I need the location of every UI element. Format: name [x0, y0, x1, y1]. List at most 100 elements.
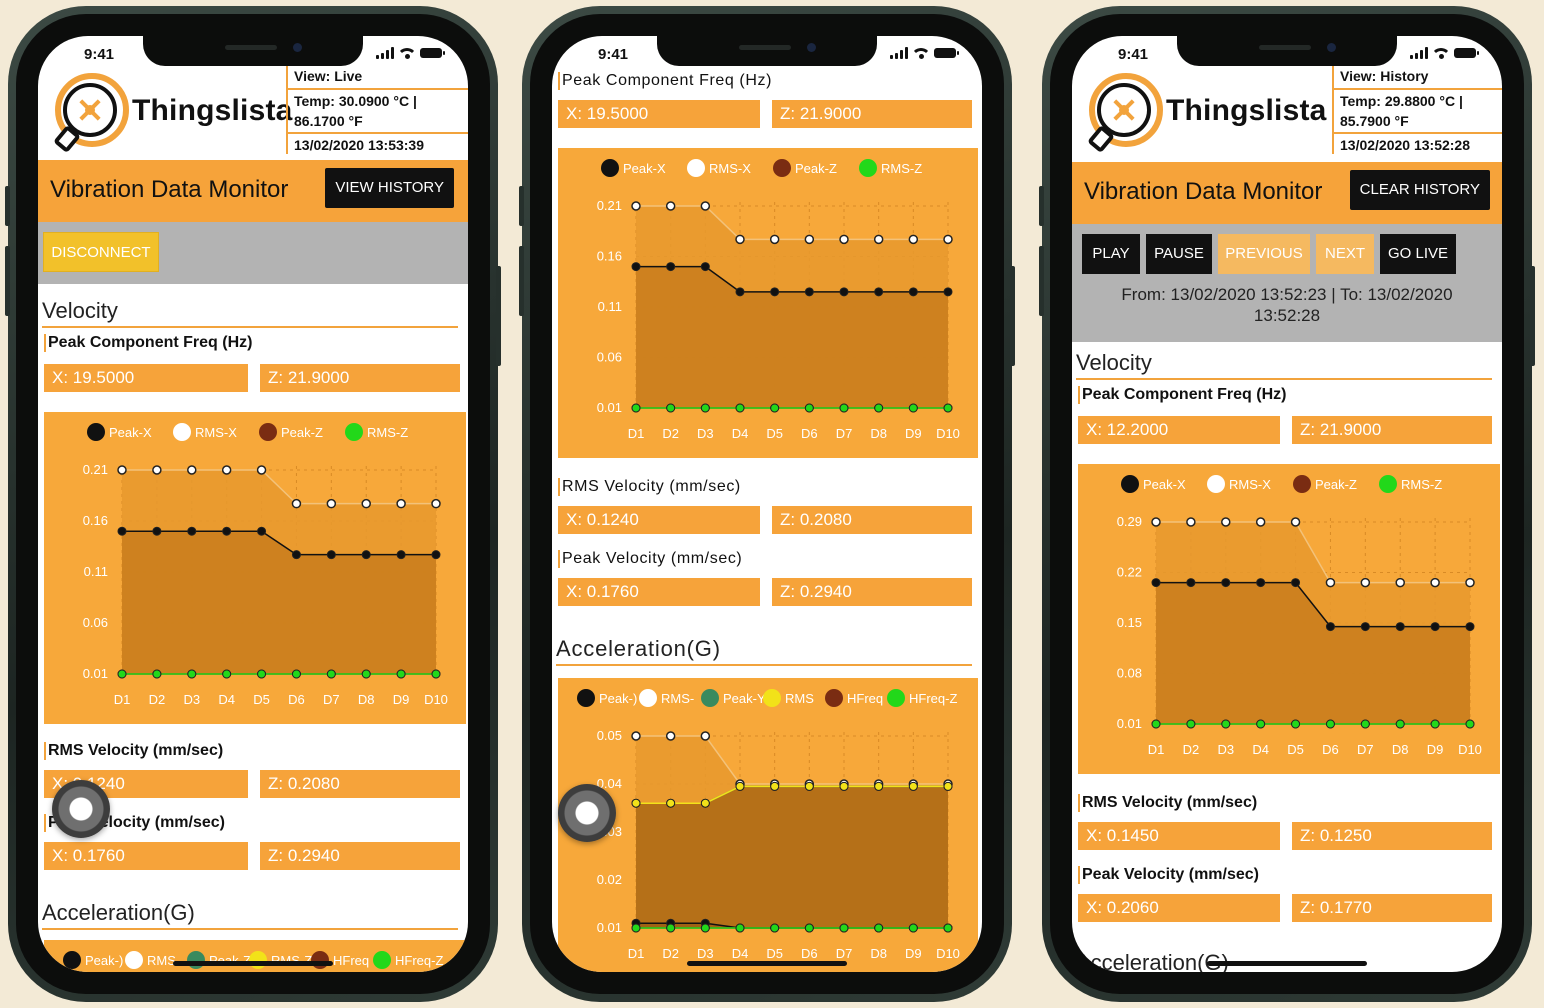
data-point: [1255, 517, 1266, 527]
history-info-panel: View: History Temp: 29.8800 °C | 85.7900…: [1332, 66, 1502, 154]
legend-marker: [1293, 475, 1311, 493]
pause-button[interactable]: PAUSE: [1146, 234, 1212, 274]
velocity-chart: Peak-X RMS-X Peak-Z RMS-Z 0.29 0.22 0.15 0.08 0.…: [1078, 464, 1500, 774]
data-point: [1291, 578, 1301, 588]
home-indicator[interactable]: [173, 961, 333, 966]
peak-freq-label: Peak Component Freq (Hz): [1078, 386, 1492, 404]
legend-marker: [249, 951, 267, 969]
peak-velocity-label: Peak Velocity (mm/sec): [1078, 866, 1492, 884]
signal-icon: [1410, 47, 1428, 59]
previous-button[interactable]: PREVIOUS: [1218, 234, 1310, 274]
signal-icon: [376, 47, 394, 59]
x-tick-label: D7: [323, 692, 340, 707]
x-tick-label: D9: [393, 692, 410, 707]
view-history-button[interactable]: VIEW HISTORY: [325, 168, 454, 208]
clear-history-button[interactable]: CLEAR HISTORY: [1349, 170, 1490, 210]
y-tick-label: 0.16: [597, 249, 622, 264]
assistive-touch-button[interactable]: [52, 780, 110, 838]
data-point: [908, 781, 918, 791]
data-point: [396, 498, 406, 509]
data-point: [769, 234, 780, 245]
x-tick-label: D10: [936, 426, 960, 441]
status-time: 9:41: [598, 46, 629, 63]
data-point: [396, 669, 406, 679]
disconnect-button[interactable]: DISCONNECT: [43, 232, 159, 272]
play-button[interactable]: PLAY: [1082, 234, 1140, 274]
data-point: [908, 403, 918, 413]
legend-marker: [63, 951, 81, 969]
legend-marker: [311, 951, 329, 969]
side-button: [1530, 266, 1535, 366]
x-tick-label: D9: [905, 946, 922, 961]
x-tick-label: D8: [358, 692, 375, 707]
peak-velocity-label: Peak Velocity (mm/sec): [558, 550, 972, 568]
legend-label: RMS-X: [709, 161, 751, 176]
legend-label: Peak-): [85, 953, 123, 968]
data-point: [665, 201, 676, 211]
data-point: [1395, 719, 1405, 729]
legend-marker: [173, 423, 191, 441]
legend-label: RMS-Z: [1401, 477, 1442, 492]
x-tick-label: D7: [1357, 742, 1374, 757]
temperature-fahrenheit: 85.7900 °F: [1340, 113, 1409, 129]
rms-velocity-z: Z: 0.2080: [772, 506, 972, 534]
x-tick-label: D10: [936, 946, 960, 961]
side-button: [1039, 186, 1044, 226]
data-point: [1430, 719, 1440, 729]
rms-velocity-x: X: 0.1450: [1078, 822, 1280, 850]
data-point: [943, 923, 953, 933]
x-tick-label: D4: [218, 692, 235, 707]
series-area: [636, 786, 948, 928]
data-point: [1151, 719, 1161, 729]
data-point: [187, 669, 197, 679]
x-tick-label: D2: [662, 946, 679, 961]
history-range-line1: From: 13/02/2020 13:52:23 | To: 13/02/20…: [1121, 285, 1453, 304]
data-point: [804, 287, 814, 297]
data-point: [1430, 622, 1440, 632]
brand-logo: Thingslista: [1072, 66, 1332, 158]
next-button[interactable]: NEXT: [1316, 234, 1374, 274]
peak-freq-x: X: 19.5000: [44, 364, 248, 392]
title-bar: Vibration Data Monitor VIEW HISTORY: [38, 160, 468, 222]
wifi-icon: [400, 47, 414, 59]
data-point: [873, 234, 884, 245]
data-point: [222, 669, 232, 679]
rms-velocity-label: RMS Velocity (mm/sec): [44, 742, 458, 760]
data-point: [291, 669, 301, 679]
data-point: [839, 403, 849, 413]
data-point: [221, 465, 232, 475]
signal-icon: [890, 47, 908, 59]
home-indicator[interactable]: [1207, 961, 1367, 966]
side-button: [1039, 246, 1044, 316]
legend-label: RMS-X: [1229, 477, 1271, 492]
data-point: [665, 731, 676, 741]
data-point: [1430, 577, 1440, 588]
peak-freq-label: Peak Component Freq (Hz): [44, 334, 458, 352]
data-point: [631, 731, 641, 741]
data-point: [908, 923, 918, 933]
y-tick-label: 0.16: [83, 513, 108, 528]
data-point: [839, 923, 849, 933]
battery-icon: [1454, 48, 1479, 58]
screen: 9:41 Thingslista View: Live Temp: 30.090…: [38, 36, 468, 972]
data-point: [1290, 517, 1301, 527]
data-point: [666, 403, 676, 413]
legend-marker: [639, 689, 657, 707]
history-range-line2: 13:52:28: [1253, 306, 1321, 325]
home-indicator[interactable]: [687, 961, 847, 966]
data-point: [1186, 517, 1196, 527]
x-tick-label: D8: [870, 946, 887, 961]
velocity-chart-svg: Peak-X RMS-X Peak-Z RMS-Z 0.21 0.16 0.11 0.06 0.…: [83, 423, 448, 707]
legend-label: RMS: [785, 691, 814, 706]
data-point: [804, 234, 815, 245]
legend-label: Peak-Z: [1315, 477, 1357, 492]
go-live-button[interactable]: GO LIVE: [1380, 234, 1456, 274]
assistive-touch-button[interactable]: [558, 784, 616, 842]
legend-label: Peak-Z: [281, 425, 323, 440]
data-point: [908, 234, 919, 245]
data-point: [735, 923, 745, 933]
x-tick-label: D10: [424, 692, 448, 707]
data-point: [257, 669, 267, 679]
wifi-icon: [914, 47, 928, 59]
y-tick-label: 0.01: [1117, 716, 1142, 731]
